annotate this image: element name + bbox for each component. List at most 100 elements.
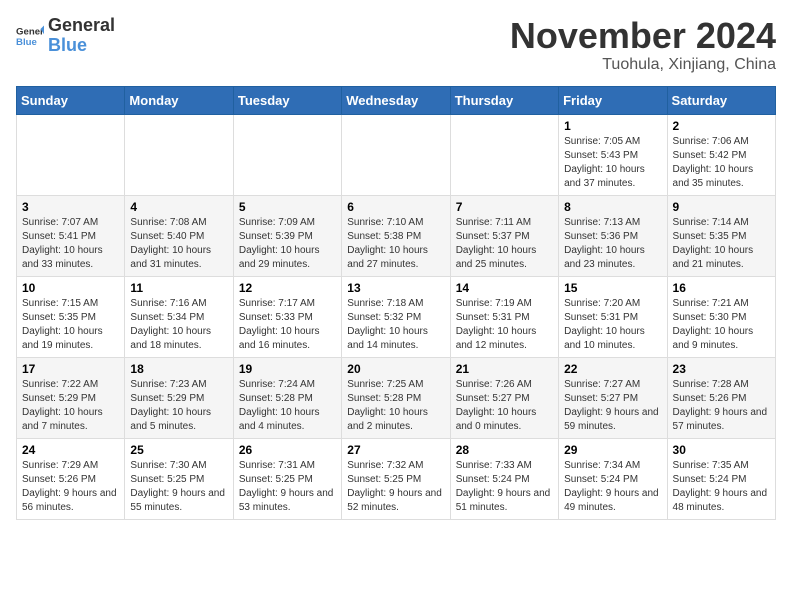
day-number: 13 xyxy=(347,281,444,295)
calendar-cell: 25 Sunrise: 7:30 AM Sunset: 5:25 PM Dayli… xyxy=(125,438,233,519)
day-number: 8 xyxy=(564,200,661,214)
day-info: Sunrise: 7:07 AM Sunset: 5:41 PM Dayligh… xyxy=(22,216,119,272)
day-info: Sunrise: 7:29 AM Sunset: 5:26 PM Dayligh… xyxy=(22,459,119,515)
day-number: 30 xyxy=(673,443,770,457)
calendar-header-friday: Friday xyxy=(559,86,667,114)
day-number: 1 xyxy=(564,119,661,133)
day-number: 21 xyxy=(456,362,553,376)
day-info: Sunrise: 7:16 AM Sunset: 5:34 PM Dayligh… xyxy=(130,297,227,353)
calendar-week-4: 24 Sunrise: 7:29 AM Sunset: 5:26 PM Dayli… xyxy=(17,438,776,519)
calendar-cell: 2 Sunrise: 7:06 AM Sunset: 5:42 PM Daylig… xyxy=(667,114,775,195)
day-number: 10 xyxy=(22,281,119,295)
day-info: Sunrise: 7:23 AM Sunset: 5:29 PM Dayligh… xyxy=(130,378,227,434)
day-info: Sunrise: 7:20 AM Sunset: 5:31 PM Dayligh… xyxy=(564,297,661,353)
day-number: 26 xyxy=(239,443,336,457)
day-info: Sunrise: 7:24 AM Sunset: 5:28 PM Dayligh… xyxy=(239,378,336,434)
day-info: Sunrise: 7:32 AM Sunset: 5:25 PM Dayligh… xyxy=(347,459,444,515)
calendar-header-thursday: Thursday xyxy=(450,86,558,114)
calendar-cell: 5 Sunrise: 7:09 AM Sunset: 5:39 PM Daylig… xyxy=(233,195,341,276)
logo-text: General Blue xyxy=(48,16,115,56)
calendar-header-tuesday: Tuesday xyxy=(233,86,341,114)
day-number: 4 xyxy=(130,200,227,214)
calendar-cell: 13 Sunrise: 7:18 AM Sunset: 5:32 PM Dayli… xyxy=(342,276,450,357)
calendar-header-sunday: Sunday xyxy=(17,86,125,114)
day-info: Sunrise: 7:10 AM Sunset: 5:38 PM Dayligh… xyxy=(347,216,444,272)
day-info: Sunrise: 7:18 AM Sunset: 5:32 PM Dayligh… xyxy=(347,297,444,353)
calendar-cell xyxy=(17,114,125,195)
calendar-cell: 15Sunrise: 7:20 AM Sunset: 5:31 PM Dayli… xyxy=(559,276,667,357)
calendar-cell: 23 Sunrise: 7:28 AM Sunset: 5:26 PM Dayli… xyxy=(667,357,775,438)
day-number: 28 xyxy=(456,443,553,457)
calendar-cell: 12 Sunrise: 7:17 AM Sunset: 5:33 PM Dayli… xyxy=(233,276,341,357)
day-number: 6 xyxy=(347,200,444,214)
calendar-cell: 10 Sunrise: 7:15 AM Sunset: 5:35 PM Dayli… xyxy=(17,276,125,357)
day-info: Sunrise: 7:06 AM Sunset: 5:42 PM Dayligh… xyxy=(673,135,770,191)
title-block: November 2024 Tuohula, Xinjiang, China xyxy=(510,16,776,74)
day-number: 27 xyxy=(347,443,444,457)
svg-text:General: General xyxy=(16,26,44,37)
day-info: Sunrise: 7:11 AM Sunset: 5:37 PM Dayligh… xyxy=(456,216,553,272)
location: Tuohula, Xinjiang, China xyxy=(510,56,776,74)
calendar-cell: 4 Sunrise: 7:08 AM Sunset: 5:40 PM Daylig… xyxy=(125,195,233,276)
calendar-cell: 1 Sunrise: 7:05 AM Sunset: 5:43 PM Daylig… xyxy=(559,114,667,195)
day-number: 29 xyxy=(564,443,661,457)
calendar-cell: 17Sunrise: 7:22 AM Sunset: 5:29 PM Dayli… xyxy=(17,357,125,438)
day-info: Sunrise: 7:09 AM Sunset: 5:39 PM Dayligh… xyxy=(239,216,336,272)
day-info: Sunrise: 7:28 AM Sunset: 5:26 PM Dayligh… xyxy=(673,378,770,434)
day-number: 16 xyxy=(673,281,770,295)
day-number: 23 xyxy=(673,362,770,376)
day-number: 3 xyxy=(22,200,119,214)
calendar-header-row: SundayMondayTuesdayWednesdayThursdayFrid… xyxy=(17,86,776,114)
calendar-cell: 26 Sunrise: 7:31 AM Sunset: 5:25 PM Dayli… xyxy=(233,438,341,519)
day-info: Sunrise: 7:15 AM Sunset: 5:35 PM Dayligh… xyxy=(22,297,119,353)
calendar-cell: 20 Sunrise: 7:25 AM Sunset: 5:28 PM Dayli… xyxy=(342,357,450,438)
calendar-cell: 14 Sunrise: 7:19 AM Sunset: 5:31 PM Dayli… xyxy=(450,276,558,357)
day-number: 20 xyxy=(347,362,444,376)
calendar-header-saturday: Saturday xyxy=(667,86,775,114)
calendar-cell xyxy=(125,114,233,195)
calendar-cell: 22Sunrise: 7:27 AM Sunset: 5:27 PM Dayli… xyxy=(559,357,667,438)
day-number: 24 xyxy=(22,443,119,457)
calendar-cell: 11 Sunrise: 7:16 AM Sunset: 5:34 PM Dayli… xyxy=(125,276,233,357)
day-info: Sunrise: 7:33 AM Sunset: 5:24 PM Dayligh… xyxy=(456,459,553,515)
day-number: 25 xyxy=(130,443,227,457)
logo: General Blue General Blue xyxy=(16,16,115,56)
day-info: Sunrise: 7:08 AM Sunset: 5:40 PM Dayligh… xyxy=(130,216,227,272)
day-info: Sunrise: 7:31 AM Sunset: 5:25 PM Dayligh… xyxy=(239,459,336,515)
calendar-cell: 9 Sunrise: 7:14 AM Sunset: 5:35 PM Daylig… xyxy=(667,195,775,276)
month-title: November 2024 xyxy=(510,16,776,56)
day-number: 11 xyxy=(130,281,227,295)
day-info: Sunrise: 7:30 AM Sunset: 5:25 PM Dayligh… xyxy=(130,459,227,515)
day-info: Sunrise: 7:35 AM Sunset: 5:24 PM Dayligh… xyxy=(673,459,770,515)
calendar-cell: 28 Sunrise: 7:33 AM Sunset: 5:24 PM Dayli… xyxy=(450,438,558,519)
calendar-cell: 27 Sunrise: 7:32 AM Sunset: 5:25 PM Dayli… xyxy=(342,438,450,519)
calendar-week-0: 1 Sunrise: 7:05 AM Sunset: 5:43 PM Daylig… xyxy=(17,114,776,195)
calendar-table: SundayMondayTuesdayWednesdayThursdayFrid… xyxy=(16,86,776,520)
svg-text:Blue: Blue xyxy=(16,37,37,48)
day-number: 9 xyxy=(673,200,770,214)
calendar-week-3: 17Sunrise: 7:22 AM Sunset: 5:29 PM Dayli… xyxy=(17,357,776,438)
day-number: 12 xyxy=(239,281,336,295)
day-number: 19 xyxy=(239,362,336,376)
day-info: Sunrise: 7:22 AM Sunset: 5:29 PM Dayligh… xyxy=(22,378,119,434)
day-info: Sunrise: 7:19 AM Sunset: 5:31 PM Dayligh… xyxy=(456,297,553,353)
day-info: Sunrise: 7:14 AM Sunset: 5:35 PM Dayligh… xyxy=(673,216,770,272)
logo-icon: General Blue xyxy=(16,22,44,50)
calendar-cell: 18 Sunrise: 7:23 AM Sunset: 5:29 PM Dayli… xyxy=(125,357,233,438)
calendar-cell xyxy=(450,114,558,195)
day-number: 18 xyxy=(130,362,227,376)
day-info: Sunrise: 7:05 AM Sunset: 5:43 PM Dayligh… xyxy=(564,135,661,191)
day-number: 5 xyxy=(239,200,336,214)
day-number: 7 xyxy=(456,200,553,214)
calendar-cell: 16Sunrise: 7:21 AM Sunset: 5:30 PM Dayli… xyxy=(667,276,775,357)
calendar-cell: 24 Sunrise: 7:29 AM Sunset: 5:26 PM Dayli… xyxy=(17,438,125,519)
day-info: Sunrise: 7:25 AM Sunset: 5:28 PM Dayligh… xyxy=(347,378,444,434)
day-info: Sunrise: 7:17 AM Sunset: 5:33 PM Dayligh… xyxy=(239,297,336,353)
day-info: Sunrise: 7:26 AM Sunset: 5:27 PM Dayligh… xyxy=(456,378,553,434)
calendar-body: 1 Sunrise: 7:05 AM Sunset: 5:43 PM Daylig… xyxy=(17,114,776,519)
page-header: General Blue General Blue November 2024 … xyxy=(16,16,776,74)
calendar-cell: 21 Sunrise: 7:26 AM Sunset: 5:27 PM Dayli… xyxy=(450,357,558,438)
day-number: 2 xyxy=(673,119,770,133)
calendar-cell xyxy=(342,114,450,195)
day-number: 14 xyxy=(456,281,553,295)
